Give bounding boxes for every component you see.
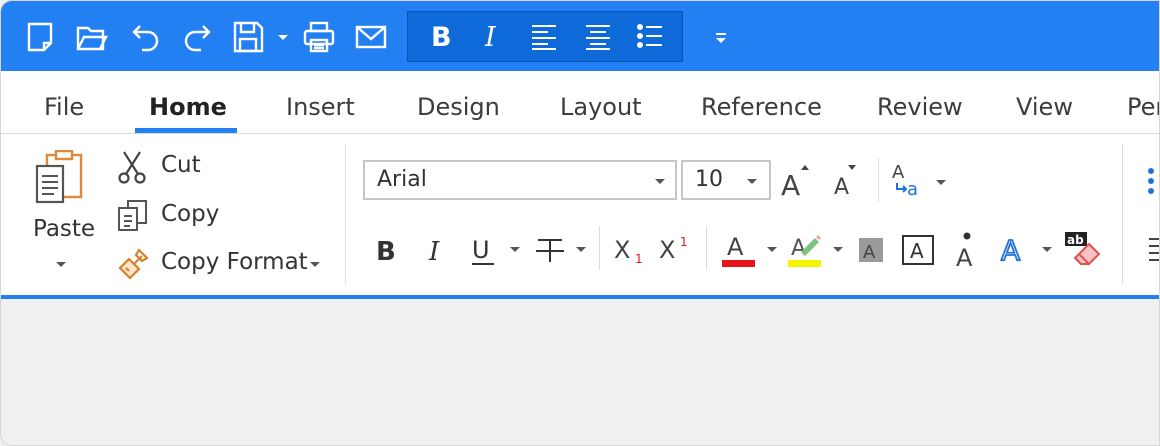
group-separator: [1122, 144, 1123, 284]
group-separator: [345, 144, 346, 284]
svg-text:A: A: [863, 242, 876, 263]
paste-dropdown-icon[interactable]: [56, 262, 66, 267]
tab-design[interactable]: Design: [417, 93, 500, 121]
group-separator: [599, 226, 600, 270]
save-dropdown-icon[interactable]: [278, 35, 288, 40]
active-tab-indicator: [135, 128, 237, 133]
tab-insert[interactable]: Insert: [286, 93, 355, 121]
document-canvas[interactable]: [1, 299, 1159, 445]
highlight-dropdown-icon[interactable]: [833, 247, 843, 252]
svg-text:A: A: [892, 162, 905, 183]
svg-text:U: U: [472, 236, 490, 264]
cut-icon[interactable]: [117, 150, 147, 184]
font-family-value: Arial: [377, 167, 427, 192]
chevron-down-icon: [747, 179, 757, 184]
font-size-select[interactable]: 10: [681, 160, 771, 200]
new-document-icon[interactable]: [20, 17, 60, 57]
underline-icon[interactable]: U: [468, 232, 498, 268]
tab-reference[interactable]: Reference: [701, 93, 822, 121]
svg-text:ab: ab: [1067, 233, 1084, 247]
emphasis-mark-icon[interactable]: A: [952, 230, 982, 272]
tab-review[interactable]: Review: [877, 93, 963, 121]
svg-text:A: A: [956, 244, 973, 268]
text-effects-icon[interactable]: A: [998, 232, 1032, 268]
font-size-value: 10: [695, 167, 723, 192]
paste-label[interactable]: Paste: [33, 216, 95, 242]
svg-text:B: B: [376, 237, 396, 266]
svg-text:A: A: [791, 236, 806, 261]
superscript-icon[interactable]: X1: [658, 232, 694, 266]
bulleted-list-icon[interactable]: [630, 16, 670, 56]
align-left-icon[interactable]: [524, 16, 564, 56]
highlight-icon[interactable]: A: [787, 230, 823, 268]
character-border-icon[interactable]: A: [901, 234, 935, 266]
svg-text:1: 1: [680, 235, 688, 249]
grow-font-icon[interactable]: A: [779, 162, 815, 202]
redo-icon[interactable]: [177, 17, 217, 57]
clear-format-icon[interactable]: ab: [1063, 230, 1101, 268]
svg-text:A: A: [910, 239, 924, 263]
copy-format-dropdown-icon[interactable]: [310, 262, 320, 267]
font-color-icon[interactable]: A: [721, 230, 757, 268]
paste-icon[interactable]: [33, 149, 85, 206]
tab-home[interactable]: Home: [149, 93, 227, 121]
subscript-icon[interactable]: X1: [613, 232, 649, 266]
ribbon-tabs: File Home Insert Design Layout Reference…: [1, 71, 1159, 134]
copy-label[interactable]: Copy: [161, 201, 219, 227]
tab-per[interactable]: Per: [1127, 93, 1159, 121]
bold-icon[interactable]: B: [422, 16, 462, 56]
font-family-select[interactable]: Arial: [363, 160, 677, 200]
text-effects-dropdown-icon[interactable]: [1042, 247, 1052, 252]
email-icon[interactable]: [351, 17, 391, 57]
tab-file[interactable]: File: [44, 93, 84, 121]
undo-icon[interactable]: [126, 17, 166, 57]
svg-text:X: X: [659, 236, 675, 264]
customize-dropdown-icon[interactable]: [701, 17, 741, 57]
format-painter-icon[interactable]: [117, 246, 151, 280]
quick-format-group: B I: [407, 11, 683, 62]
group-separator: [878, 158, 879, 202]
change-case-dropdown-icon[interactable]: [936, 180, 946, 185]
svg-text:X: X: [614, 236, 630, 264]
chevron-down-icon: [655, 179, 665, 184]
svg-text:A: A: [781, 169, 800, 198]
svg-text:1: 1: [635, 252, 643, 266]
app-window: B I File Home Insert Design Layout Refer…: [0, 0, 1160, 446]
underline-dropdown-icon[interactable]: [510, 247, 520, 252]
ribbon-home: Paste Cut Copy Copy Format Arial 10 A A …: [1, 134, 1159, 295]
svg-text:A: A: [1001, 234, 1020, 266]
strikethrough-icon[interactable]: [534, 232, 566, 266]
tab-view[interactable]: View: [1016, 93, 1073, 121]
font-color-dropdown-icon[interactable]: [767, 247, 777, 252]
change-case-icon[interactable]: Aa: [891, 160, 927, 200]
open-folder-icon[interactable]: [72, 17, 112, 57]
group-separator: [706, 226, 707, 270]
cut-label[interactable]: Cut: [161, 152, 201, 178]
svg-text:B: B: [431, 22, 452, 53]
print-icon[interactable]: [299, 17, 339, 57]
italic-icon[interactable]: I: [473, 16, 513, 56]
italic-icon[interactable]: I: [423, 232, 453, 267]
save-icon[interactable]: [228, 17, 268, 57]
quick-access-toolbar: B I: [1, 1, 1159, 71]
numbered-list-icon[interactable]: [1143, 166, 1159, 198]
svg-text:a: a: [907, 179, 918, 200]
svg-text:A: A: [834, 175, 849, 198]
svg-text:I: I: [484, 22, 497, 53]
strikethrough-dropdown-icon[interactable]: [576, 247, 586, 252]
copy-format-label[interactable]: Copy Format: [161, 249, 308, 275]
copy-icon[interactable]: [117, 198, 149, 232]
paragraph-align-icon[interactable]: [1145, 236, 1159, 264]
align-center-icon[interactable]: [578, 16, 618, 56]
svg-text:I: I: [428, 237, 440, 266]
shrink-font-icon[interactable]: A: [831, 162, 863, 200]
svg-text:A: A: [727, 233, 744, 261]
bold-icon[interactable]: B: [373, 232, 403, 267]
character-shading-icon[interactable]: A: [857, 236, 885, 264]
tab-layout[interactable]: Layout: [560, 93, 642, 121]
